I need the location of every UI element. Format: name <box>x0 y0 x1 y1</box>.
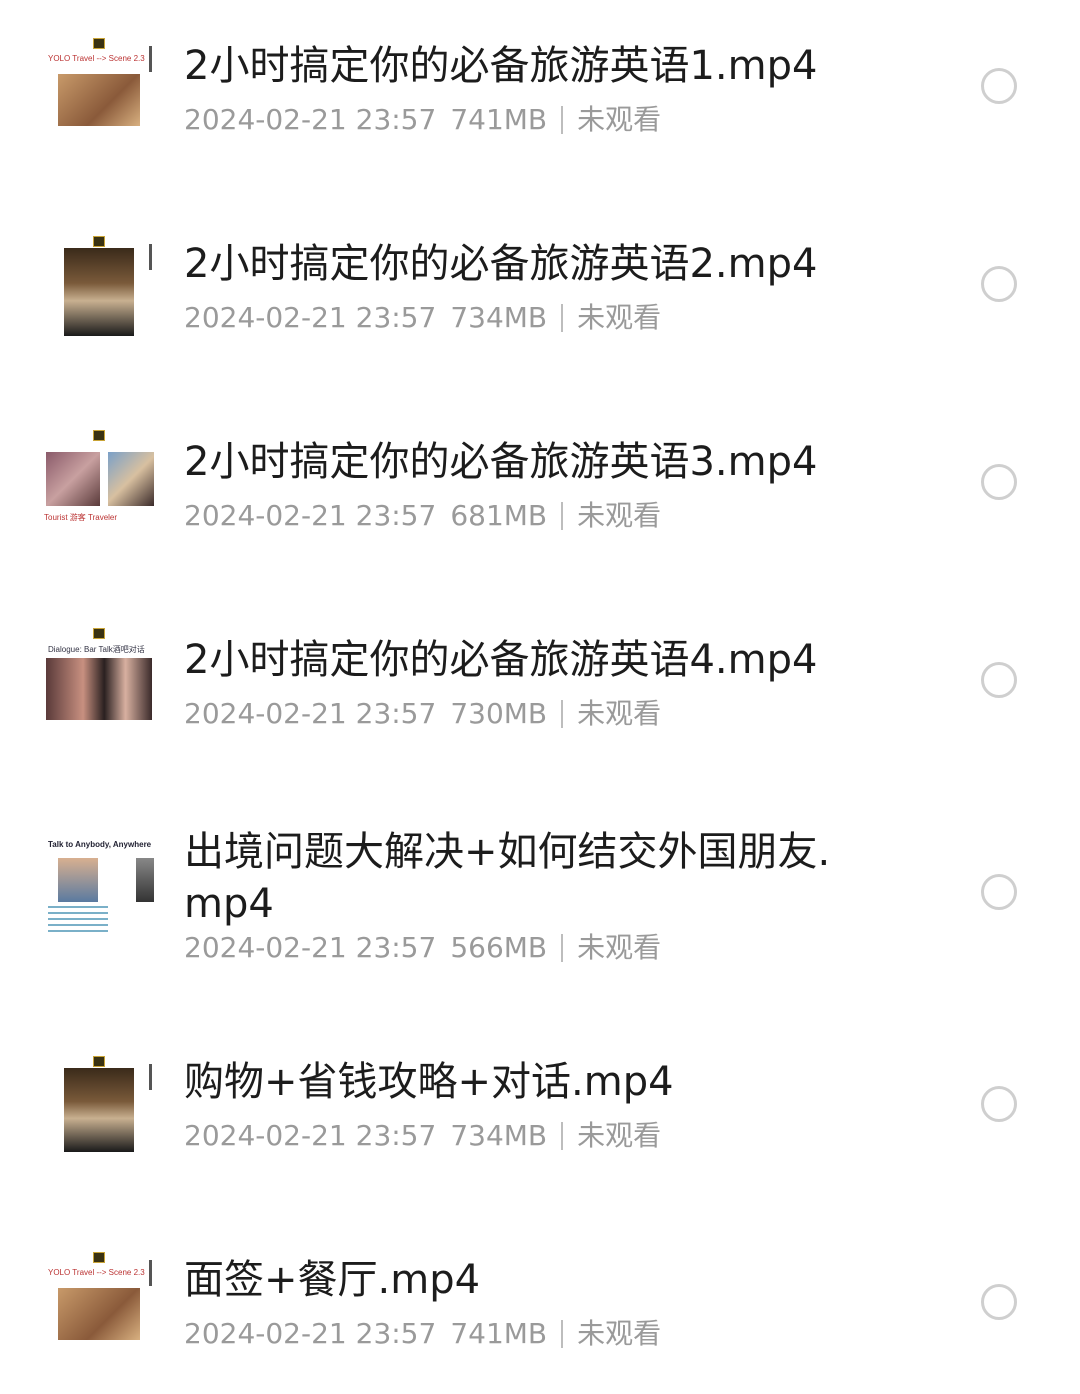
file-list-item[interactable]: YOLO Travel --> Scene 2.3 2小时搞定你的必备旅游英语1… <box>0 30 1080 150</box>
file-date: 2024-02-21 23:57 <box>184 499 437 532</box>
file-date: 2024-02-21 23:57 <box>184 103 437 136</box>
watch-status: 未观看 <box>577 1317 662 1350</box>
thumbnail-image <box>58 858 98 902</box>
thumbnail-edge <box>149 46 152 72</box>
divider <box>561 1320 564 1348</box>
file-size: 734MB <box>450 301 548 334</box>
divider <box>561 1122 564 1150</box>
divider <box>561 304 564 332</box>
file-list-item[interactable]: YOLO Travel --> Scene 2.3 面签+餐厅.mp4 2024… <box>0 1248 1080 1368</box>
watch-status: 未观看 <box>577 103 662 136</box>
radio-unchecked-icon[interactable] <box>981 662 1017 698</box>
file-meta: 2024-02-21 23:57 730MB 未观看 <box>184 696 661 732</box>
video-thumbnail: YOLO Travel --> Scene 2.3 <box>44 1248 154 1352</box>
file-size: 730MB <box>450 697 548 730</box>
logo-icon <box>93 1252 105 1263</box>
file-name: 2小时搞定你的必备旅游英语2.mp4 <box>184 241 818 287</box>
file-list-item[interactable]: Dialogue: Bar Talk酒吧对话 2小时搞定你的必备旅游英语4.mp… <box>0 624 1080 744</box>
thumbnail-image <box>46 658 152 720</box>
watch-status: 未观看 <box>577 301 662 334</box>
divider <box>561 700 564 728</box>
file-name: 2小时搞定你的必备旅游英语1.mp4 <box>184 43 818 89</box>
file-date: 2024-02-21 23:57 <box>184 931 437 964</box>
file-name: 2小时搞定你的必备旅游英语4.mp4 <box>184 637 818 683</box>
file-size: 566MB <box>450 931 548 964</box>
radio-unchecked-icon[interactable] <box>981 1086 1017 1122</box>
thumbnail-caption: Talk to Anybody, Anywhere <box>48 840 152 849</box>
file-meta: 2024-02-21 23:57 681MB 未观看 <box>184 498 661 534</box>
file-name: 购物+省钱攻略+对话.mp4 <box>184 1059 674 1105</box>
video-thumbnail: YOLO Travel --> Scene 2.3 <box>44 34 154 138</box>
thumbnail-edge <box>149 244 152 270</box>
thumbnail-text-block <box>48 906 108 936</box>
file-name: 出境问题大解决+如何结交外国朋友.mp4 <box>184 829 831 927</box>
logo-icon <box>93 236 105 247</box>
logo-icon <box>93 430 105 441</box>
thumbnail-image <box>58 74 140 126</box>
file-list-item[interactable]: Talk to Anybody, Anywhere 出境问题大解决+如何结交外国… <box>0 822 1080 972</box>
logo-icon <box>93 38 105 49</box>
video-thumbnail <box>44 1052 154 1156</box>
video-thumbnail: Tourist 游客 Traveler <box>44 426 154 530</box>
video-thumbnail <box>44 232 154 336</box>
thumbnail-image <box>136 858 154 902</box>
radio-unchecked-icon[interactable] <box>981 266 1017 302</box>
divider <box>561 106 564 134</box>
watch-status: 未观看 <box>577 1119 662 1152</box>
file-meta: 2024-02-21 23:57 734MB 未观看 <box>184 1118 661 1154</box>
file-name: 2小时搞定你的必备旅游英语3.mp4 <box>184 439 818 485</box>
thumbnail-image <box>64 1068 134 1152</box>
logo-icon <box>93 628 105 639</box>
file-size: 734MB <box>450 1119 548 1152</box>
file-list: YOLO Travel --> Scene 2.3 2小时搞定你的必备旅游英语1… <box>0 0 1080 1394</box>
file-list-item[interactable]: Tourist 游客 Traveler 2小时搞定你的必备旅游英语3.mp4 2… <box>0 426 1080 546</box>
thumbnail-image <box>108 452 154 506</box>
thumbnail-image <box>46 452 100 506</box>
video-thumbnail: Talk to Anybody, Anywhere <box>44 836 154 940</box>
thumbnail-image <box>58 1288 140 1340</box>
file-date: 2024-02-21 23:57 <box>184 301 437 334</box>
logo-icon <box>93 1056 105 1067</box>
video-thumbnail: Dialogue: Bar Talk酒吧对话 <box>44 624 154 728</box>
thumbnail-image <box>64 248 134 336</box>
file-meta: 2024-02-21 23:57 741MB 未观看 <box>184 102 661 138</box>
file-date: 2024-02-21 23:57 <box>184 697 437 730</box>
file-date: 2024-02-21 23:57 <box>184 1119 437 1152</box>
thumbnail-edge <box>149 1064 152 1090</box>
file-size: 741MB <box>450 103 548 136</box>
file-list-item[interactable]: 2小时搞定你的必备旅游英语2.mp4 2024-02-21 23:57 734MB… <box>0 228 1080 348</box>
radio-unchecked-icon[interactable] <box>981 68 1017 104</box>
divider <box>561 934 564 962</box>
watch-status: 未观看 <box>577 499 662 532</box>
thumbnail-edge <box>149 1260 152 1286</box>
file-meta: 2024-02-21 23:57 734MB 未观看 <box>184 300 661 336</box>
thumbnail-caption: YOLO Travel --> Scene 2.3 <box>48 54 145 63</box>
file-list-item[interactable]: 购物+省钱攻略+对话.mp4 2024-02-21 23:57 734MB 未观看 <box>0 1052 1080 1172</box>
file-size: 681MB <box>450 499 548 532</box>
thumbnail-caption: Tourist 游客 Traveler <box>44 513 118 522</box>
thumbnail-caption: Dialogue: Bar Talk酒吧对话 <box>48 645 145 654</box>
divider <box>561 502 564 530</box>
file-date: 2024-02-21 23:57 <box>184 1317 437 1350</box>
file-meta: 2024-02-21 23:57 566MB 未观看 <box>184 930 661 966</box>
thumbnail-caption: YOLO Travel --> Scene 2.3 <box>48 1268 145 1277</box>
file-size: 741MB <box>450 1317 548 1350</box>
radio-unchecked-icon[interactable] <box>981 464 1017 500</box>
radio-unchecked-icon[interactable] <box>981 1284 1017 1320</box>
file-meta: 2024-02-21 23:57 741MB 未观看 <box>184 1316 661 1352</box>
watch-status: 未观看 <box>577 697 662 730</box>
watch-status: 未观看 <box>577 931 662 964</box>
radio-unchecked-icon[interactable] <box>981 874 1017 910</box>
file-name: 面签+餐厅.mp4 <box>184 1257 481 1303</box>
